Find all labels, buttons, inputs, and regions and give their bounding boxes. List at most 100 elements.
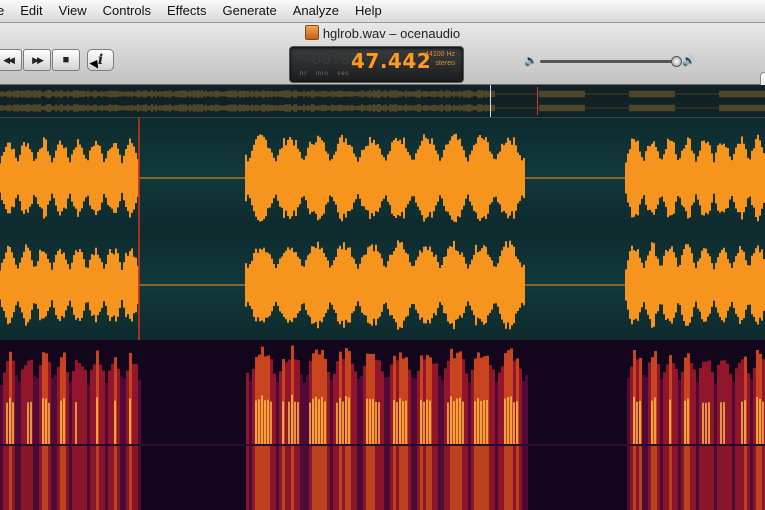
volume-slider-track[interactable] <box>540 60 678 63</box>
spectrogram-column <box>489 446 492 510</box>
spectrogram-column <box>408 369 411 444</box>
menu-effects[interactable]: Effects <box>159 0 215 22</box>
spectrogram-column <box>57 366 60 444</box>
spectrogram-column <box>90 369 93 444</box>
spectrogram-highlight <box>504 398 506 444</box>
spectrogram-column <box>99 364 102 444</box>
spectrogram-highlight <box>669 399 671 444</box>
menu-analyze[interactable]: Analyze <box>285 0 347 22</box>
spectrogram-column <box>108 446 111 510</box>
main-waveform-view[interactable] <box>0 118 765 340</box>
spectrogram-highlight <box>447 402 449 444</box>
spectrogram-column <box>300 446 303 510</box>
spectrogram-column <box>327 371 330 444</box>
spectrogram-highlight <box>291 394 293 444</box>
menu-file[interactable]: e <box>0 0 12 22</box>
spectrogram-highlight <box>45 398 47 444</box>
spectrogram-column <box>639 446 642 510</box>
spectrogram-highlight <box>474 401 476 444</box>
spectrogram-highlight <box>60 400 62 444</box>
spectrogram-highlight <box>75 402 77 444</box>
menu-generate[interactable]: Generate <box>215 0 285 22</box>
menu-edit[interactable]: Edit <box>12 0 50 22</box>
spectrogram-column <box>21 369 24 444</box>
spectrogram-highlight <box>12 402 14 444</box>
fast-forward-button[interactable]: ▶▶ <box>23 49 51 71</box>
spectrogram-column <box>261 446 264 510</box>
spectrogram-column <box>129 446 132 510</box>
spectrogram-column <box>351 446 354 510</box>
spectrogram-column <box>663 372 666 444</box>
spectrogram-column <box>717 364 720 444</box>
spectrogram-column <box>630 446 633 510</box>
spectrogram-column <box>303 446 306 510</box>
spectrogram-highlight <box>393 399 395 444</box>
spectrogram-column <box>120 446 123 510</box>
spectrogram-highlight <box>510 396 512 444</box>
menu-help[interactable]: Help <box>347 0 390 22</box>
spectrogram-column <box>312 446 315 510</box>
volume-slider-knob[interactable] <box>671 56 682 67</box>
spectrogram-column <box>69 446 72 510</box>
spectrogram-highlight <box>477 398 479 444</box>
spectrogram-column <box>726 446 729 510</box>
spectrogram-column <box>459 446 462 510</box>
spectrogram-column <box>51 377 54 444</box>
playhead-cursor[interactable] <box>138 118 140 340</box>
spectrogram-column <box>252 368 255 444</box>
spectrogram-column <box>417 370 420 444</box>
spectrogram-highlight <box>708 402 710 444</box>
spectrogram-column <box>696 382 699 444</box>
menu-controls[interactable]: Controls <box>95 0 159 22</box>
spectrogram-column <box>54 446 57 510</box>
overview-visible-range-marker[interactable] <box>490 85 491 117</box>
spectrogram-column <box>738 446 741 510</box>
stop-button[interactable]: ■ <box>52 49 80 71</box>
spectrogram-highlight <box>423 401 425 444</box>
spectrogram-column <box>714 446 717 510</box>
menu-view[interactable]: View <box>51 0 95 22</box>
spectrogram-column <box>522 446 525 510</box>
spectrogram-highlight <box>114 400 116 444</box>
spectrogram-highlight <box>639 400 641 444</box>
spectrogram-column <box>729 446 732 510</box>
spectrogram-column <box>480 446 483 510</box>
spectrogram-highlight <box>267 399 269 444</box>
spectrogram-column <box>402 446 405 510</box>
spectrogram-highlight <box>420 399 422 444</box>
spectrogram-highlight <box>324 401 326 444</box>
spectrogram-column <box>0 446 3 510</box>
spectrogram-column <box>522 381 525 444</box>
spectrogram-column <box>132 446 135 510</box>
spectrogram-column <box>315 446 318 510</box>
spectrogram-column <box>276 381 279 444</box>
spectrogram-column <box>18 446 21 510</box>
spectrogram-column <box>105 382 108 444</box>
overview-waveform[interactable] <box>0 85 765 118</box>
spectrogram-column <box>135 446 138 510</box>
spectrogram-column <box>516 446 519 510</box>
time-display-units: hr min sec <box>300 71 350 77</box>
rewind-button[interactable]: ◀◀ <box>0 49 22 71</box>
audio-file-icon <box>304 25 319 40</box>
spectrogram-highlight <box>342 401 344 444</box>
spectrogram-column <box>432 446 435 510</box>
spectrogram-column <box>648 446 651 510</box>
spectrogram-column <box>453 446 456 510</box>
spectrogram-column <box>78 446 81 510</box>
spectrogram-column <box>336 446 339 510</box>
spectrogram-highlight <box>312 398 314 444</box>
spectrogram-column <box>501 446 504 510</box>
spectrogram-column <box>411 446 414 510</box>
spectrogram-column <box>15 375 18 444</box>
volume-control: 🔈 🔊 <box>524 55 699 69</box>
spectrogram-highlight <box>297 402 299 444</box>
spectrogram-column <box>255 446 258 510</box>
spectrogram-highlight <box>744 400 746 444</box>
volume-low-icon: 🔈 <box>524 55 538 67</box>
spectrogram-view[interactable] <box>0 340 765 510</box>
spectrogram-highlight <box>459 397 461 444</box>
spectrogram-column <box>726 363 729 444</box>
spectrogram-highlight <box>723 402 725 444</box>
audio-format-info: 44100 Hz stereo <box>425 50 455 68</box>
